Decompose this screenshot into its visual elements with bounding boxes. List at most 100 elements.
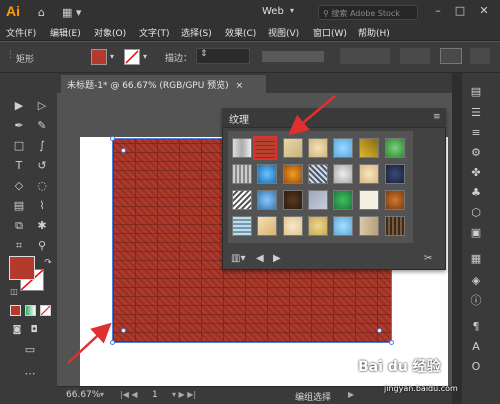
menu-effect[interactable]: 效果(C)	[225, 26, 256, 39]
symbol-tool-icon[interactable]: ✱	[34, 218, 50, 234]
zoom-tool-icon[interactable]: ⚲	[34, 238, 50, 254]
texture-swatch[interactable]	[333, 216, 353, 236]
screen-mode-icon[interactable]: ▭	[22, 342, 38, 358]
stepper-icon[interactable]: ⇕	[197, 49, 208, 59]
texture-swatch[interactable]	[359, 216, 379, 236]
fill-color-swatch[interactable]	[91, 49, 107, 65]
menu-file[interactable]: 文件(F)	[6, 26, 36, 39]
menu-view[interactable]: 视图(V)	[268, 26, 299, 39]
style-control[interactable]	[400, 48, 430, 64]
texture-swatch[interactable]	[232, 164, 252, 184]
type-tool-icon[interactable]: T	[11, 158, 27, 174]
texture-swatch[interactable]	[385, 216, 405, 236]
none-mode-button[interactable]	[40, 305, 51, 316]
rectangle-tool-icon[interactable]: □	[11, 138, 27, 154]
texture-swatch[interactable]	[308, 216, 328, 236]
gradient-mode-button[interactable]	[25, 305, 36, 316]
stroke-profile-bar[interactable]	[262, 51, 324, 62]
artboard-tool-icon[interactable]: ⌗	[11, 238, 27, 254]
library-menu-icon[interactable]: ▥▾	[231, 253, 245, 264]
arrange-documents-icon[interactable]: ▦ ▾	[62, 6, 81, 19]
info-icon[interactable]: ⓘ	[469, 294, 483, 308]
chevron-down-icon[interactable]: ▾	[110, 52, 114, 61]
stroke-weight-input[interactable]: ⇕	[196, 48, 250, 64]
selection-handle[interactable]	[389, 340, 394, 345]
texture-swatch[interactable]	[308, 138, 328, 158]
selection-tool-icon[interactable]: ▶	[11, 98, 27, 114]
previous-library-icon[interactable]: ◀	[256, 253, 264, 264]
texture-swatch[interactable]	[359, 164, 379, 184]
opentype-icon[interactable]: O	[469, 360, 483, 374]
first-page-icon[interactable]: |◀ ◀	[120, 390, 138, 399]
page-number[interactable]: 1	[152, 390, 158, 400]
zoom-level[interactable]: 66.67%	[66, 390, 100, 400]
draw-behind-icon[interactable]: ◘	[26, 322, 42, 338]
menu-help[interactable]: 帮助(H)	[358, 26, 390, 39]
texture-swatch[interactable]	[232, 216, 252, 236]
appearance-icon[interactable]: ▣	[469, 226, 483, 240]
menu-edit[interactable]: 编辑(E)	[50, 26, 81, 39]
properties-icon[interactable]: ▤	[469, 85, 483, 99]
menu-select[interactable]: 选择(S)	[181, 26, 212, 39]
corner-widget[interactable]	[121, 148, 126, 153]
chevron-down-icon[interactable]: ▾	[143, 52, 147, 61]
blend-tool-icon[interactable]: ⧉	[11, 218, 27, 234]
status-menu-icon[interactable]: ▶	[348, 390, 354, 399]
rotate-tool-icon[interactable]: ↺	[34, 158, 50, 174]
stock-search-input[interactable]: ⚲ 搜索 Adobe Stock	[318, 5, 418, 20]
default-colors-icon[interactable]: ◫	[6, 284, 22, 300]
texture-swatch[interactable]	[257, 216, 277, 236]
workspace-switcher[interactable]: Web	[262, 6, 284, 17]
texture-swatch[interactable]	[232, 190, 252, 210]
align-button[interactable]	[440, 48, 462, 64]
home-icon[interactable]: ⌂	[38, 6, 45, 19]
pen-tool-icon[interactable]: ✒	[11, 118, 27, 134]
swatch-options-icon[interactable]: ✂	[424, 253, 432, 264]
texture-swatch[interactable]	[333, 190, 353, 210]
character-icon[interactable]: A	[469, 340, 483, 354]
selection-handle[interactable]	[110, 136, 115, 141]
eraser-tool-icon[interactable]: ◇	[11, 178, 27, 194]
texture-swatch[interactable]	[308, 190, 328, 210]
texture-swatch[interactable]	[257, 190, 277, 210]
document-tab[interactable]: 未标题-1* @ 66.67% (RGB/GPU 预览) ×	[61, 75, 266, 93]
chevron-down-icon[interactable]: ▾	[100, 390, 104, 399]
texture-swatch[interactable]	[359, 138, 379, 158]
texture-swatch[interactable]	[308, 164, 328, 184]
swatches-icon[interactable]: ▦	[469, 252, 483, 266]
texture-swatch[interactable]	[385, 190, 405, 210]
settings-gear-icon[interactable]: ⚙	[469, 146, 483, 160]
dock-collapse-strip[interactable]	[452, 73, 462, 404]
gradient-tool-icon[interactable]: ▤	[11, 198, 27, 214]
more-options-button[interactable]	[470, 48, 490, 64]
minimize-button[interactable]: –	[430, 4, 446, 20]
maximize-button[interactable]: □	[452, 4, 468, 20]
close-tab-button[interactable]: ×	[236, 81, 244, 91]
curvature-tool-icon[interactable]: ✎	[34, 118, 50, 134]
eyedropper-tool-icon[interactable]: ⌇	[34, 198, 50, 214]
next-page-icon[interactable]: ▾ ▶ ▶|	[172, 390, 196, 399]
texture-swatch[interactable]	[283, 164, 303, 184]
chevron-down-icon[interactable]: ▾	[290, 6, 294, 18]
texture-swatch[interactable]	[232, 138, 252, 158]
texture-swatch[interactable]	[385, 164, 405, 184]
direct-selection-tool-icon[interactable]: ▷	[34, 98, 50, 114]
texture-swatch[interactable]	[283, 138, 303, 158]
lasso-tool-icon[interactable]: ◌	[34, 178, 50, 194]
more-tools-icon[interactable]: ⋯	[22, 366, 38, 382]
menu-window[interactable]: 窗口(W)	[313, 26, 347, 39]
stroke-panel-icon[interactable]: ≡	[469, 126, 483, 140]
brushes-icon[interactable]: ✤	[469, 166, 483, 180]
color-mode-button[interactable]	[10, 305, 21, 316]
menu-type[interactable]: 文字(T)	[139, 26, 170, 39]
texture-swatch[interactable]	[283, 216, 303, 236]
draw-mode-icon[interactable]: ◙	[9, 322, 25, 338]
close-window-button[interactable]: ✕	[476, 4, 492, 20]
selection-handle[interactable]	[110, 340, 115, 345]
corner-widget[interactable]	[377, 328, 382, 333]
symbols-icon[interactable]: ♣	[469, 186, 483, 200]
texture-swatch[interactable]	[385, 138, 405, 158]
texture-swatch[interactable]	[333, 164, 353, 184]
texture-swatch[interactable]	[257, 164, 277, 184]
layers-icon[interactable]: ◈	[469, 274, 483, 288]
